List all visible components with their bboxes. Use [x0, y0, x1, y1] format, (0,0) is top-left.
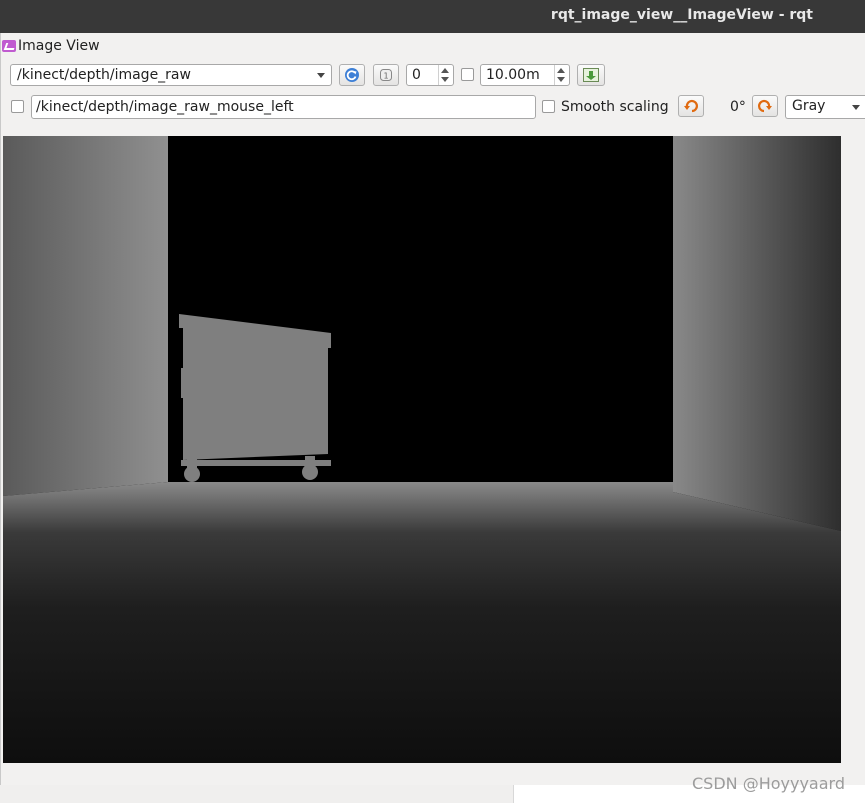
svg-text:1: 1: [383, 72, 388, 81]
spin-separator: [438, 65, 439, 85]
spin-up-icon[interactable]: [441, 68, 449, 73]
rotate-ccw-icon: [684, 99, 698, 113]
mouse-topic-field[interactable]: /kinect/depth/image_raw_mouse_left: [31, 95, 536, 119]
zoom-1-button[interactable]: 1: [373, 64, 399, 86]
zoom-spinbox-value: 0: [412, 67, 421, 83]
spin-separator: [554, 65, 555, 85]
right-wall: [673, 136, 841, 531]
max-range-value: 10.00m: [486, 67, 540, 83]
save-image-icon: [583, 68, 599, 82]
smooth-scaling-checkbox[interactable]: [542, 100, 555, 113]
colormap-value: Gray: [792, 98, 826, 114]
chevron-down-icon: [317, 73, 325, 78]
spin-up-icon[interactable]: [557, 68, 565, 73]
rotate-left-button[interactable]: [678, 95, 704, 117]
spin-down-icon[interactable]: [441, 77, 449, 82]
smooth-scaling-label: Smooth scaling: [561, 99, 669, 115]
window-title: rqt_image_view__ImageView - rqt: [550, 7, 813, 23]
max-range-spinbox[interactable]: 10.00m: [480, 64, 570, 86]
mouse-publish-checkbox[interactable]: [11, 100, 24, 113]
mouse-topic-value: /kinect/depth/image_raw_mouse_left: [36, 99, 294, 115]
left-wall: [3, 136, 168, 496]
refresh-icon: [345, 68, 359, 82]
topic-select-value: /kinect/depth/image_raw: [17, 67, 191, 83]
floor: [3, 482, 841, 763]
image-view-icon: [2, 40, 16, 52]
plugin-title: Image View: [18, 38, 100, 54]
topic-select[interactable]: /kinect/depth/image_raw: [10, 64, 332, 86]
rotate-right-button[interactable]: [752, 95, 778, 117]
chevron-down-icon: [852, 105, 860, 110]
window-titlebar[interactable]: rqt_image_view__ImageView - rqt: [0, 0, 865, 33]
depth-image: [3, 136, 841, 763]
colormap-select[interactable]: Gray: [785, 95, 865, 119]
watermark: CSDN @Hoyyyaard: [692, 774, 845, 793]
spin-down-icon[interactable]: [557, 77, 565, 82]
rotate-cw-icon: [758, 99, 772, 113]
max-range-checkbox[interactable]: [461, 68, 474, 81]
refresh-button[interactable]: [339, 64, 365, 86]
image-viewport[interactable]: [3, 136, 841, 763]
rotation-angle: 0°: [730, 99, 746, 115]
zoom-spinbox[interactable]: 0: [406, 64, 454, 86]
zoom-1-icon: 1: [380, 69, 392, 81]
save-image-button[interactable]: [577, 64, 605, 86]
cart-silhouette: [179, 314, 331, 482]
status-strip: [0, 785, 514, 803]
